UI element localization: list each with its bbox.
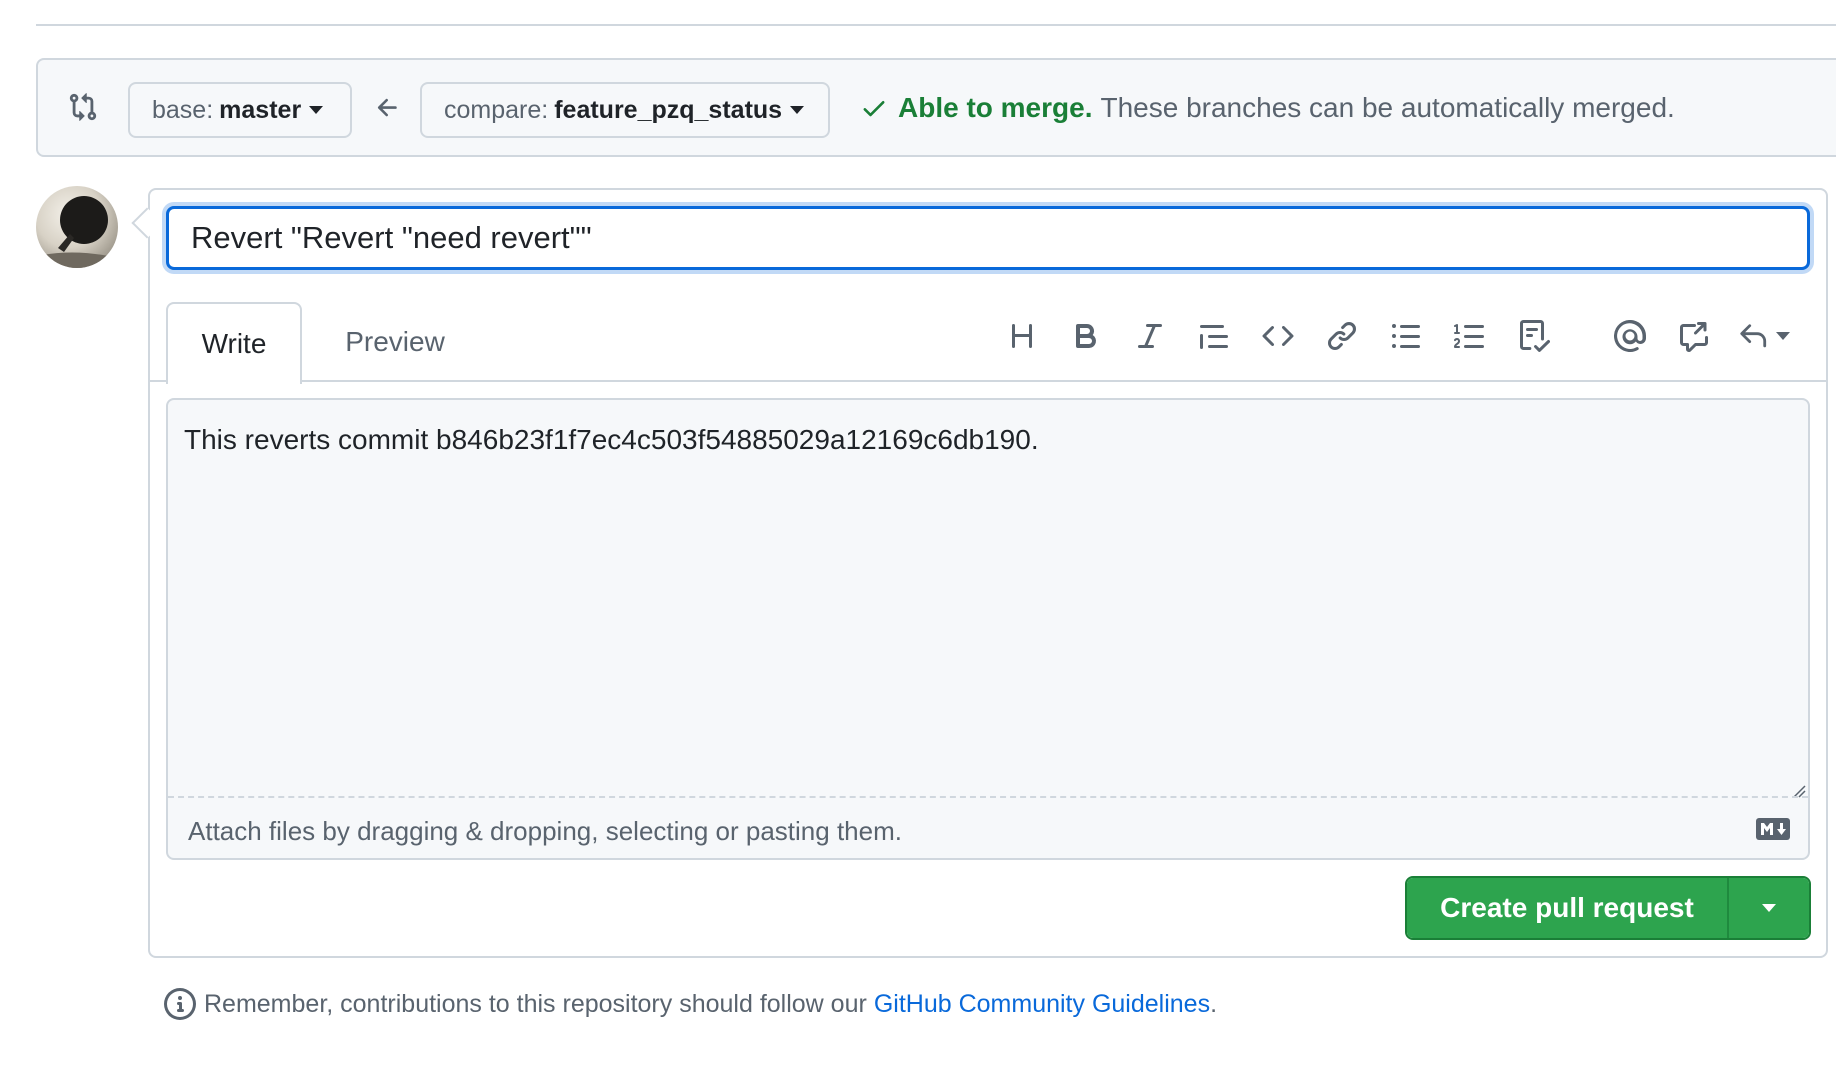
merge-detail-label: These branches can be automatically merg… xyxy=(1100,92,1675,123)
pr-body-text: This reverts commit b846b23f1f7ec4c503f5… xyxy=(184,424,1039,455)
chevron-down-icon xyxy=(1762,904,1776,912)
unordered-list-icon[interactable] xyxy=(1384,314,1428,358)
compare-branch-select[interactable]: compare: feature_pzq_status xyxy=(420,82,830,138)
create-options-dropdown[interactable] xyxy=(1729,878,1809,938)
task-list-icon[interactable] xyxy=(1512,314,1556,358)
reply-icon[interactable] xyxy=(1736,314,1792,358)
chevron-down-icon xyxy=(309,106,324,114)
git-compare-icon xyxy=(68,92,98,122)
heading-icon[interactable] xyxy=(1000,314,1044,358)
quote-icon[interactable] xyxy=(1192,314,1236,358)
code-icon[interactable] xyxy=(1256,314,1300,358)
chevron-down-icon xyxy=(790,106,805,114)
merge-status: Able to merge. These branches can be aut… xyxy=(860,92,1675,124)
create-pull-request-button[interactable]: Create pull request xyxy=(1407,878,1729,938)
mention-icon[interactable] xyxy=(1608,314,1652,358)
tab-write[interactable]: Write xyxy=(166,302,302,384)
bold-icon[interactable] xyxy=(1064,314,1108,358)
community-guidelines-link[interactable]: GitHub Community Guidelines xyxy=(874,990,1210,1019)
ordered-list-icon[interactable] xyxy=(1448,314,1492,358)
compare-branch-name: feature_pzq_status xyxy=(554,95,783,124)
guidelines-suffix: . xyxy=(1210,989,1218,1018)
markdown-toolbar xyxy=(1000,314,1812,358)
compare-prefix: compare: xyxy=(444,95,549,124)
link-icon[interactable] xyxy=(1320,314,1364,358)
tab-preview[interactable]: Preview xyxy=(320,302,470,382)
chevron-down-icon xyxy=(1776,332,1790,340)
markdown-icon[interactable] xyxy=(1756,818,1790,840)
check-icon xyxy=(863,101,885,117)
pr-body-textarea[interactable]: This reverts commit b846b23f1f7ec4c503f5… xyxy=(166,398,1810,860)
guidelines-text: Remember, contributions to this reposito… xyxy=(204,989,867,1018)
attach-files-label: Attach files by dragging & dropping, sel… xyxy=(188,816,902,846)
info-icon xyxy=(164,988,196,1020)
arrow-left-icon xyxy=(374,94,402,122)
avatar[interactable] xyxy=(36,186,118,268)
cross-reference-icon[interactable] xyxy=(1672,314,1716,358)
compare-bar: base: master compare: feature_pzq_status… xyxy=(36,58,1836,157)
base-prefix: base: xyxy=(152,95,214,124)
base-branch-select[interactable]: base: master xyxy=(128,82,352,138)
base-branch-name: master xyxy=(219,95,302,124)
top-divider xyxy=(36,24,1836,26)
italic-icon[interactable] xyxy=(1128,314,1172,358)
attach-files-bar[interactable]: Attach files by dragging & dropping, sel… xyxy=(168,796,1808,860)
guidelines-note: Remember, contributions to this reposito… xyxy=(164,988,1217,1020)
create-pr-button-group: Create pull request xyxy=(1405,876,1811,940)
pr-title-input[interactable] xyxy=(166,206,1810,270)
merge-ok-label: Able to merge. xyxy=(898,92,1093,123)
